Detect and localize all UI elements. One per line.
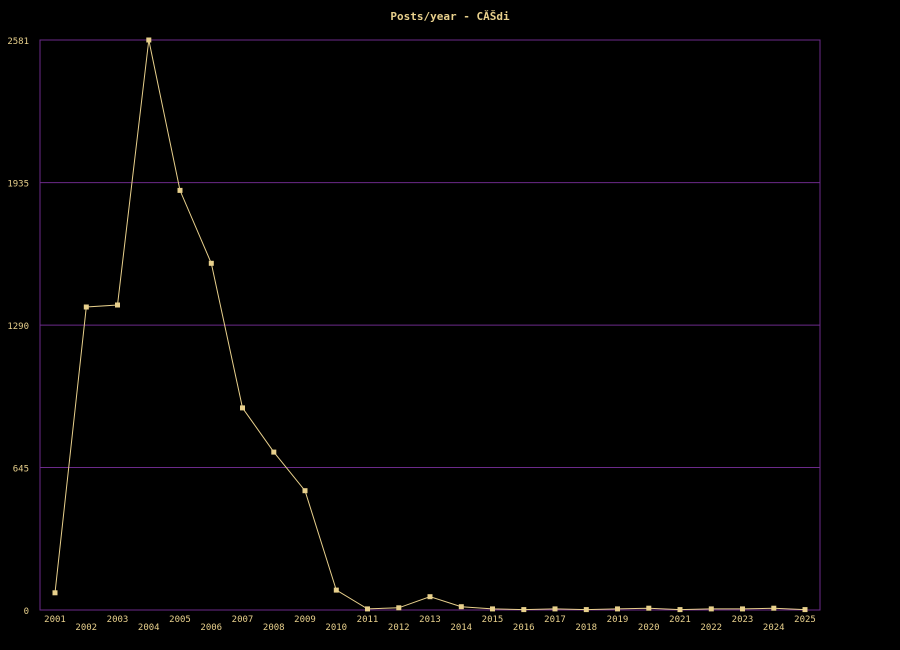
data-point bbox=[552, 606, 558, 612]
data-point bbox=[146, 37, 152, 43]
data-point bbox=[52, 590, 58, 596]
x-tick-label: 2021 bbox=[669, 615, 691, 625]
x-tick-label: 2025 bbox=[794, 615, 816, 625]
data-point bbox=[458, 604, 464, 610]
x-axis-ticks: 2001 2002 2003 2004 2005 2006 2007 2008 2009 2010… bbox=[44, 615, 816, 633]
x-tick-label: 2012 bbox=[388, 623, 410, 633]
grid-lines bbox=[40, 182, 820, 469]
data-point bbox=[240, 405, 245, 411]
x-tick-label: 2015 bbox=[482, 615, 504, 625]
data-point bbox=[583, 607, 589, 613]
data-point bbox=[708, 606, 714, 612]
x-tick-label: 2004 bbox=[138, 623, 160, 633]
data-point bbox=[802, 607, 808, 613]
x-tick-label: 2024 bbox=[763, 623, 785, 633]
data-point bbox=[115, 302, 120, 308]
x-tick-label: 2008 bbox=[263, 623, 285, 633]
y-tick-label: 0 bbox=[24, 607, 29, 617]
data-point bbox=[490, 606, 495, 612]
data-point bbox=[333, 587, 339, 593]
data-point bbox=[646, 605, 652, 611]
y-tick-label: 2581 bbox=[7, 37, 29, 47]
data-point bbox=[271, 449, 277, 455]
data-point bbox=[521, 607, 527, 613]
x-tick-label: 2022 bbox=[700, 623, 722, 633]
y-tick-label: 645 bbox=[13, 465, 29, 475]
x-tick-label: 2009 bbox=[294, 615, 316, 625]
chart-container: Posts/year - CĂŠdi 0 645 1290 1935 2581 2001… bbox=[0, 0, 900, 650]
x-tick-label: 2001 bbox=[44, 615, 66, 625]
x-tick-label: 2014 bbox=[450, 623, 472, 633]
data-point bbox=[302, 488, 308, 494]
data-point bbox=[771, 605, 777, 611]
line-chart: Posts/year - CĂŠdi 0 645 1290 1935 2581 2001… bbox=[7, 10, 821, 633]
y-axis-ticks: 0 645 1290 1935 2581 bbox=[7, 37, 29, 617]
x-tick-label: 2003 bbox=[107, 615, 129, 625]
x-tick-label: 2013 bbox=[419, 615, 441, 625]
data-point bbox=[365, 606, 370, 612]
chart-title: Posts/year - CĂŠdi bbox=[390, 10, 510, 23]
x-tick-label: 2020 bbox=[638, 623, 660, 633]
x-tick-label: 2006 bbox=[200, 623, 222, 633]
x-tick-label: 2023 bbox=[732, 615, 754, 625]
x-tick-label: 2018 bbox=[575, 623, 597, 633]
data-point bbox=[396, 605, 402, 611]
x-tick-label: 2017 bbox=[544, 615, 566, 625]
x-tick-label: 2019 bbox=[607, 615, 629, 625]
y-tick-label: 1290 bbox=[7, 322, 29, 332]
data-point bbox=[677, 607, 683, 613]
data-point bbox=[208, 260, 214, 266]
x-tick-label: 2010 bbox=[325, 623, 347, 633]
data-point bbox=[740, 606, 745, 612]
data-point bbox=[83, 304, 89, 310]
data-point bbox=[177, 187, 183, 193]
x-tick-label: 2016 bbox=[513, 623, 535, 633]
y-tick-label: 1935 bbox=[7, 180, 29, 190]
x-tick-label: 2011 bbox=[357, 615, 379, 625]
data-point bbox=[615, 606, 620, 612]
data-point bbox=[427, 594, 433, 600]
x-tick-label: 2002 bbox=[75, 623, 97, 633]
x-tick-label: 2005 bbox=[169, 615, 191, 625]
x-tick-label: 2007 bbox=[232, 615, 254, 625]
